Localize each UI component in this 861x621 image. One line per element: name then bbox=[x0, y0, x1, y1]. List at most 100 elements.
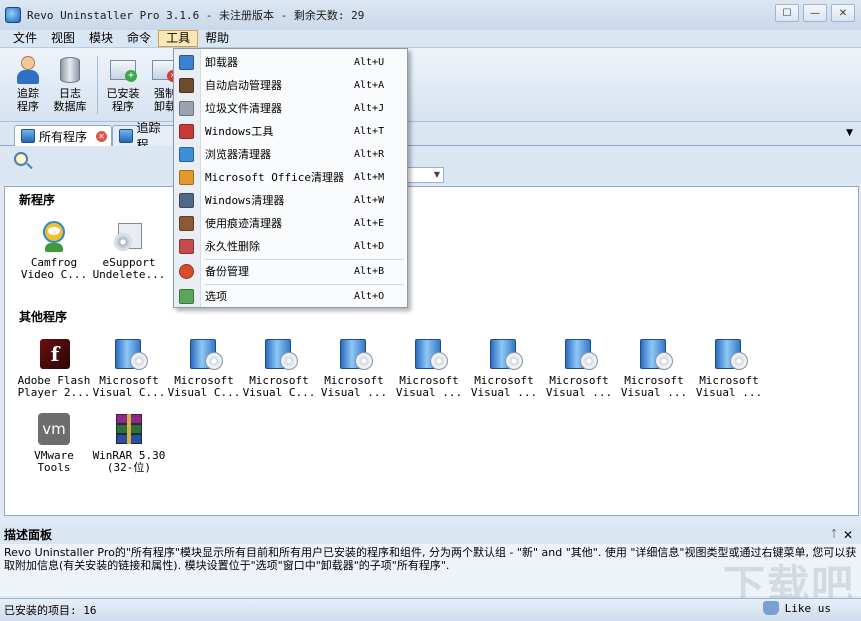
menu-item-windows-tools[interactable]: Windows工具 Alt+T bbox=[174, 120, 407, 142]
installer-box-icon bbox=[412, 337, 446, 371]
window-title: Revo Uninstaller Pro 3.1.6 - 未注册版本 - 剩余天… bbox=[27, 7, 364, 23]
program-name: Adobe Flash Player 2... bbox=[18, 375, 91, 399]
menu-item-label: 使用痕迹清理器 bbox=[205, 215, 282, 231]
tab-all-programs[interactable]: 所有程序 ✕ bbox=[14, 125, 112, 146]
installer-box-icon bbox=[562, 337, 596, 371]
menu-item-browser-cleaner[interactable]: 浏览器清理器 Alt+R bbox=[174, 143, 407, 165]
menu-item-windows-cleaner[interactable]: Windows清理器 Alt+W bbox=[174, 189, 407, 211]
log-database-button[interactable]: 日志 数据库 bbox=[50, 54, 90, 116]
menu-modules[interactable]: 模块 bbox=[82, 30, 120, 47]
search-mode-select[interactable]: ▼ bbox=[406, 167, 444, 183]
menu-item-shortcut: Alt+D bbox=[354, 241, 384, 252]
search-input[interactable] bbox=[34, 166, 174, 168]
menu-item-label: 卸载器 bbox=[205, 54, 238, 70]
flash-icon: f bbox=[37, 337, 71, 371]
toolbar-separator bbox=[97, 56, 98, 114]
thumbs-up-icon bbox=[763, 601, 779, 615]
menu-tools[interactable]: 工具 bbox=[158, 30, 198, 47]
program-item[interactable]: Microsoft Visual ... bbox=[617, 337, 691, 399]
program-item[interactable]: Camfrog Video C... bbox=[17, 219, 91, 281]
status-bar: 已安装的项目: 16 Like us bbox=[0, 598, 861, 621]
menu-commands[interactable]: 命令 bbox=[120, 30, 158, 47]
program-name: WinRAR 5.30 (32-位) bbox=[93, 450, 166, 474]
like-us-button[interactable]: Like us bbox=[763, 601, 831, 615]
delete-icon bbox=[179, 239, 194, 254]
menu-bar: 文件 视图 模块 命令 工具 帮助 bbox=[0, 30, 861, 48]
restore-button[interactable]: ☐ bbox=[775, 4, 799, 22]
menu-file[interactable]: 文件 bbox=[6, 30, 44, 47]
program-item[interactable]: Microsoft Visual ... bbox=[692, 337, 766, 399]
tracking-icon bbox=[119, 129, 133, 143]
vmware-icon: vm bbox=[37, 412, 71, 446]
menu-item-label: 自动启动管理器 bbox=[205, 77, 282, 93]
programs-icon bbox=[21, 129, 35, 143]
junk-cleaner-icon bbox=[179, 101, 194, 116]
menu-item-label: 浏览器清理器 bbox=[205, 146, 271, 162]
program-item[interactable]: Microsoft Visual ... bbox=[467, 337, 541, 399]
menu-item-uninstaller[interactable]: 卸载器 Alt+U bbox=[174, 51, 407, 73]
menu-item-shortcut: Alt+B bbox=[354, 266, 384, 277]
module-tab-bar: 所有程序 ✕ 追踪程 ▼ bbox=[0, 122, 861, 146]
menu-item-backup-manager[interactable]: 备份管理 Alt+B bbox=[174, 260, 407, 282]
program-item[interactable]: eSupport Undelete... bbox=[92, 219, 166, 281]
trace-program-label: 追踪 程序 bbox=[17, 87, 39, 113]
database-icon bbox=[54, 54, 86, 86]
pin-icon[interactable]: ᛏ bbox=[831, 526, 837, 544]
installer-box-icon bbox=[187, 337, 221, 371]
installed-programs-button[interactable]: + 已安装 程序 bbox=[103, 54, 143, 116]
menu-item-shortcut: Alt+M bbox=[354, 172, 384, 183]
trace-program-button[interactable]: 追踪 程序 bbox=[8, 54, 48, 116]
tab-close-icon[interactable]: ✕ bbox=[96, 131, 107, 142]
program-name: Microsoft Visual C... bbox=[168, 375, 241, 399]
installer-box-icon bbox=[637, 337, 671, 371]
menu-help[interactable]: 帮助 bbox=[198, 30, 236, 47]
tab-all-programs-label: 所有程序 bbox=[39, 128, 87, 145]
program-name: Microsoft Visual ... bbox=[696, 375, 762, 399]
menu-item-unrecoverable-delete[interactable]: 永久性删除 Alt+D bbox=[174, 235, 407, 257]
menu-item-evidence-remover[interactable]: 使用痕迹清理器 Alt+E bbox=[174, 212, 407, 234]
menu-item-shortcut: Alt+W bbox=[354, 195, 384, 206]
window-controls: ☐ — ✕ bbox=[775, 4, 855, 22]
windows-tools-icon bbox=[179, 124, 194, 139]
app-icon bbox=[5, 7, 21, 23]
group-title-new: 新程序 bbox=[19, 191, 55, 208]
menu-item-autorun-manager[interactable]: 自动启动管理器 Alt+A bbox=[174, 74, 407, 96]
program-item[interactable]: f Adobe Flash Player 2... bbox=[17, 337, 91, 399]
menu-item-label: 垃圾文件清理器 bbox=[205, 100, 282, 116]
program-item[interactable]: WinRAR 5.30 (32-位) bbox=[92, 412, 166, 474]
menu-item-options[interactable]: 选项 Alt+O bbox=[174, 285, 407, 307]
program-item[interactable]: Microsoft Visual C... bbox=[92, 337, 166, 399]
toolbar: 追踪 程序 日志 数据库 + 已安装 程序 ✕ 强制 卸载 bbox=[0, 48, 861, 122]
menu-item-shortcut: Alt+R bbox=[354, 149, 384, 160]
evidence-remover-icon bbox=[179, 216, 194, 231]
search-bar: ▼ bbox=[0, 146, 861, 184]
program-item[interactable]: Microsoft Visual C... bbox=[167, 337, 241, 399]
installer-box-icon bbox=[712, 337, 746, 371]
minimize-button[interactable]: — bbox=[803, 4, 827, 22]
program-item[interactable]: Microsoft Visual ... bbox=[317, 337, 391, 399]
title-bar: Revo Uninstaller Pro 3.1.6 - 未注册版本 - 剩余天… bbox=[0, 0, 861, 30]
installer-box-icon bbox=[262, 337, 296, 371]
close-button[interactable]: ✕ bbox=[831, 4, 855, 22]
program-name: Microsoft Visual C... bbox=[93, 375, 166, 399]
windows-cleaner-icon bbox=[179, 193, 194, 208]
like-us-label: Like us bbox=[785, 602, 831, 615]
installer-box-icon bbox=[487, 337, 521, 371]
menu-item-office-cleaner[interactable]: Microsoft Office清理器 Alt+M bbox=[174, 166, 407, 188]
tab-tracked-programs[interactable]: 追踪程 bbox=[112, 125, 178, 146]
program-item[interactable]: Microsoft Visual C... bbox=[242, 337, 316, 399]
menu-view[interactable]: 视图 bbox=[44, 30, 82, 47]
program-item[interactable]: Microsoft Visual ... bbox=[392, 337, 466, 399]
log-database-label: 日志 数据库 bbox=[54, 87, 87, 113]
close-icon[interactable]: ✕ bbox=[843, 526, 853, 544]
tab-list-dropdown-icon[interactable]: ▼ bbox=[846, 128, 853, 138]
winrar-icon bbox=[112, 412, 146, 446]
menu-item-shortcut: Alt+T bbox=[354, 126, 384, 137]
program-item[interactable]: vm VMware Tools bbox=[17, 412, 91, 474]
program-item[interactable]: Microsoft Visual ... bbox=[542, 337, 616, 399]
program-name: VMware Tools bbox=[34, 450, 74, 474]
program-name: Microsoft Visual ... bbox=[396, 375, 462, 399]
menu-item-junk-cleaner[interactable]: 垃圾文件清理器 Alt+J bbox=[174, 97, 407, 119]
description-panel-title: 描述面板 bbox=[4, 528, 52, 542]
installed-programs-label: 已安装 程序 bbox=[107, 87, 140, 113]
